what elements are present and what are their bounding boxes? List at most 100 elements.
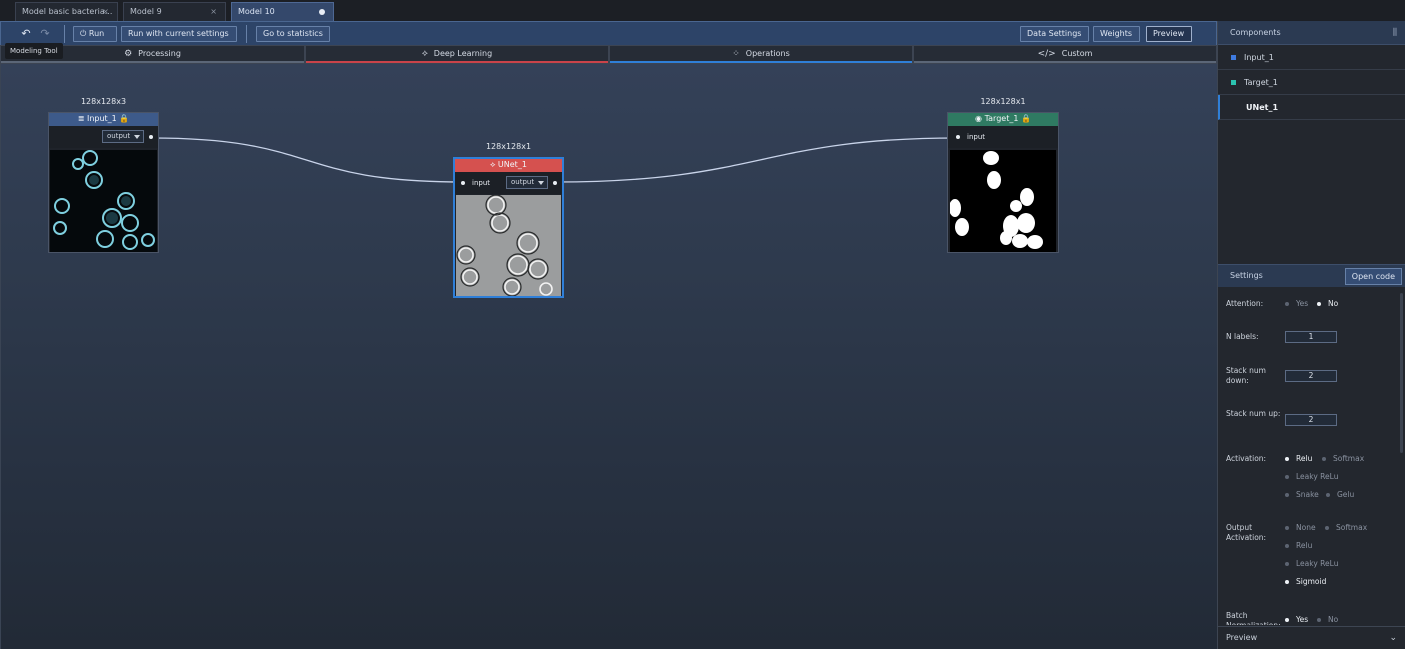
node-title: UNet_1 [497, 160, 527, 169]
chevron-down-icon[interactable]: ⌄ [1389, 627, 1397, 649]
wire-unet-to-target[interactable] [554, 137, 959, 183]
data-settings-button[interactable]: Data Settings [1020, 26, 1089, 42]
right-panel: Components ⫼ Input_1 Target_1 UNet_1 Set… [1217, 21, 1405, 649]
output-activation-none-radio[interactable]: None [1285, 523, 1316, 533]
batch-normalization-label: Batch Normalization: [1226, 611, 1281, 625]
model-canvas[interactable]: 128x128x3 ≣ Input_1 🔒 output 128x128x1 ⟡… [0, 64, 1217, 649]
component-item-unet[interactable]: UNet_1 [1218, 95, 1405, 120]
output-port[interactable] [553, 181, 557, 185]
components-title: Components [1230, 28, 1281, 37]
model-toolbar: ↶ ↷ ⏻ Run Run with current settings Go t… [0, 21, 1217, 45]
n-labels-input[interactable]: 1 [1285, 331, 1337, 343]
output-activation-label: Output Activation: [1226, 523, 1267, 542]
preview-footer[interactable]: Preview ⌄ [1218, 626, 1405, 649]
input-node[interactable]: 128x128x3 ≣ Input_1 🔒 output [48, 97, 159, 253]
output-activation-softmax-radio[interactable]: Softmax [1325, 523, 1367, 533]
component-item-target[interactable]: Target_1 [1218, 70, 1405, 95]
dropdown-value: output [107, 132, 131, 140]
dropdown-value: output [511, 178, 535, 186]
weights-label: Weights [1100, 29, 1133, 38]
node-header[interactable]: ≣ Input_1 🔒 [49, 113, 158, 126]
component-category-tabs: ⚙ Processing ⟡ Deep Learning ⁘ Operations <… [0, 45, 1217, 64]
weights-button[interactable]: Weights [1093, 26, 1140, 42]
node-ports: input [948, 126, 1058, 148]
output-port[interactable] [149, 135, 153, 139]
go-to-statistics-button[interactable]: Go to statistics [256, 26, 330, 42]
undo-icon[interactable]: ↶ [18, 26, 34, 42]
grid-icon: ⁘ [732, 49, 740, 59]
chevron-down-icon [134, 135, 140, 139]
activation-softmax-radio[interactable]: Softmax [1322, 454, 1364, 464]
component-item-input[interactable]: Input_1 [1218, 45, 1405, 70]
run-button[interactable]: ⏻ Run [73, 26, 117, 42]
category-accent [1, 61, 304, 63]
unet-preview-image [456, 195, 561, 296]
stack-up-input[interactable]: 2 [1285, 414, 1337, 426]
modeling-tool-tooltip: Modeling Tool [5, 43, 63, 59]
input-port-label: input [967, 133, 986, 141]
preview-label: Preview [1153, 29, 1185, 38]
preview-footer-label: Preview [1226, 633, 1258, 642]
network-icon: ⟡ [490, 160, 496, 169]
output-activation-relu-radio[interactable]: Relu [1285, 541, 1312, 551]
node-shape-label: 128x128x3 [80, 97, 127, 106]
category-label: Custom [1061, 49, 1093, 58]
run-label: Run [88, 29, 105, 38]
input-port-label: input [472, 179, 491, 187]
component-label: Target_1 [1244, 78, 1278, 87]
lock-icon: 🔒 [119, 114, 130, 123]
settings-scrollbar[interactable] [1400, 293, 1403, 453]
activation-gelu-radio[interactable]: Gelu [1326, 490, 1354, 500]
wire-input-to-unet[interactable] [150, 137, 464, 183]
input-port[interactable] [956, 135, 960, 139]
category-accent [610, 61, 912, 63]
activation-snake-radio[interactable]: Snake [1285, 490, 1319, 500]
node-header[interactable]: ◉ Target_1 🔒 [948, 113, 1058, 126]
node-header[interactable]: ⟡ UNet_1 [455, 159, 562, 172]
output-activation-sigmoid-radio[interactable]: Sigmoid [1285, 577, 1326, 587]
output-dropdown[interactable]: output [102, 130, 144, 143]
activation-relu-radio[interactable]: Relu [1285, 454, 1312, 464]
component-label: UNet_1 [1246, 103, 1279, 112]
attention-no-radio[interactable]: No [1317, 299, 1338, 309]
settings-title: Settings [1230, 271, 1263, 280]
tab-operations[interactable]: ⁘ Operations [609, 45, 913, 64]
network-icon: ⟡ [421, 49, 428, 59]
document-tab-bar: Model basic bacteria... × Model 9 × Mode… [0, 0, 1405, 21]
open-code-button[interactable]: Open code [1344, 268, 1402, 285]
category-label: Operations [745, 49, 790, 58]
target-node[interactable]: 128x128x1 ◉ Target_1 🔒 input [947, 97, 1059, 253]
tab-model-9[interactable]: Model 9 × [123, 2, 226, 21]
activation-leaky-relu-radio[interactable]: Leaky ReLu [1285, 472, 1338, 482]
batch-norm-no-radio[interactable]: No [1317, 615, 1338, 625]
tab-model-10[interactable]: Model 10 [231, 2, 334, 21]
stack-up-label: Stack num up: [1226, 409, 1281, 418]
stack-down-input[interactable]: 2 [1285, 370, 1337, 382]
category-label: Deep Learning [433, 49, 493, 58]
input-port[interactable] [461, 181, 465, 185]
run-with-current-settings-button[interactable]: Run with current settings [121, 26, 237, 42]
tab-label: Model 10 [238, 7, 275, 16]
power-icon: ⏻ [80, 29, 87, 38]
tab-model-basic-bacteria[interactable]: Model basic bacteria... × [15, 2, 118, 21]
run-current-label: Run with current settings [128, 29, 229, 38]
close-icon[interactable]: × [210, 3, 217, 20]
attention-yes-radio[interactable]: Yes [1285, 299, 1308, 309]
output-activation-leaky-relu-radio[interactable]: Leaky ReLu [1285, 559, 1338, 569]
redo-icon[interactable]: ↷ [37, 26, 53, 42]
components-header: Components ⫼ [1218, 21, 1405, 45]
tab-deep-learning[interactable]: ⟡ Deep Learning [305, 45, 609, 64]
pin-icon[interactable]: ⫼ [1393, 21, 1397, 45]
unet-node[interactable]: 128x128x1 ⟡ UNet_1 input output [453, 142, 564, 298]
node-title: Target_1 [984, 114, 1019, 123]
toolbar-divider [64, 25, 65, 43]
category-accent [914, 61, 1216, 63]
close-icon[interactable]: × [102, 3, 109, 20]
category-label: Processing [138, 49, 181, 58]
preview-button[interactable]: Preview [1146, 26, 1192, 42]
stack-down-label: Stack num down: [1226, 366, 1266, 385]
batch-norm-yes-radio[interactable]: Yes [1285, 615, 1308, 625]
tab-custom[interactable]: </> Custom [913, 45, 1217, 64]
output-dropdown[interactable]: output [506, 176, 548, 189]
node-ports: output [49, 126, 158, 148]
